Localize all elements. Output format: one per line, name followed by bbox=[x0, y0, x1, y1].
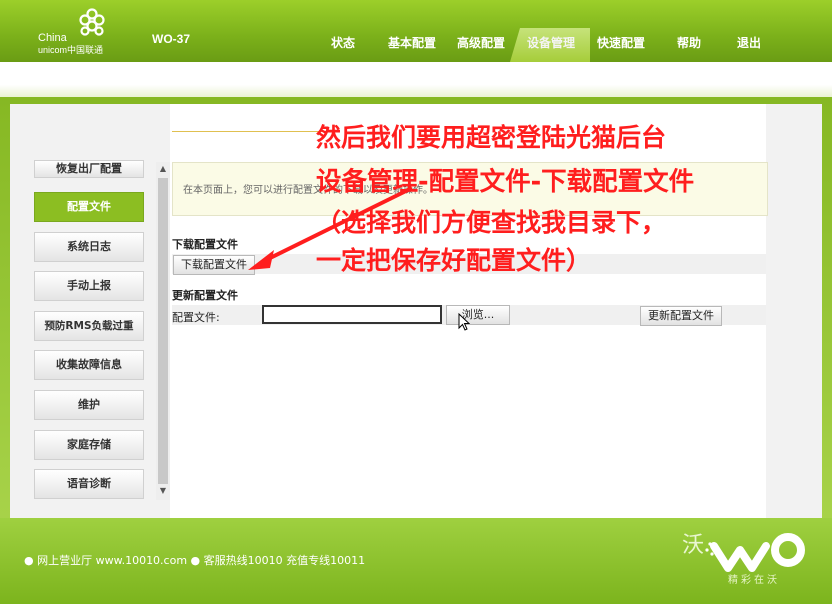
wo-slogan: 精彩在沃 bbox=[728, 575, 780, 586]
nav-status[interactable]: 状态 bbox=[331, 34, 355, 51]
svg-text:沃: 沃 bbox=[682, 533, 704, 558]
nav-device-management[interactable]: 设备管理 bbox=[527, 34, 575, 51]
unicom-knot-icon bbox=[79, 8, 105, 36]
nav-advanced-config[interactable]: 高级配置 bbox=[457, 34, 505, 51]
scroll-up-arrow-icon[interactable]: ▲ bbox=[156, 164, 170, 176]
sidebar-item-voice-diagnosis[interactable]: 语音诊断 bbox=[34, 469, 144, 499]
download-section-title: 下载配置文件 bbox=[172, 238, 238, 251]
sidebar-item-manual-report[interactable]: 手动上报 bbox=[34, 271, 144, 301]
sidebar-item-factory-reset[interactable]: 恢复出厂配置 bbox=[34, 160, 144, 178]
sidebar-item-collect-fault[interactable]: 收集故障信息 bbox=[34, 350, 144, 380]
update-section-title: 更新配置文件 bbox=[172, 289, 238, 302]
brand-line2: unicom中国联通 bbox=[38, 45, 104, 55]
file-path-input[interactable] bbox=[262, 305, 442, 324]
sidebar-item-system-log[interactable]: 系统日志 bbox=[34, 232, 144, 262]
mouse-cursor-icon bbox=[458, 313, 470, 331]
device-model: WO-37 bbox=[152, 32, 191, 46]
sidebar-item-rms-overload[interactable]: 预防RMS负载过重 bbox=[34, 311, 144, 341]
scroll-down-arrow-icon[interactable]: ▼ bbox=[156, 486, 170, 498]
nav-quick-config[interactable]: 快速配置 bbox=[597, 34, 645, 51]
file-label: 配置文件: bbox=[172, 311, 220, 324]
sidebar-item-config-file[interactable]: 配置文件 bbox=[34, 192, 144, 222]
annotation-arrow-icon bbox=[248, 186, 413, 270]
nav-basic-config[interactable]: 基本配置 bbox=[388, 34, 436, 51]
annotation-line-1: 然后我们要用超密登陆光猫后台 bbox=[316, 123, 667, 152]
update-config-button[interactable]: 更新配置文件 bbox=[640, 306, 722, 326]
footer-contact-text: ● 网上营业厅 www.10010.com ● 客服热线10010 充值专线10… bbox=[24, 554, 366, 567]
scrollbar-thumb[interactable] bbox=[158, 178, 168, 484]
unicom-logo: China unicom中国联通 bbox=[38, 8, 128, 55]
nav-logout[interactable]: 退出 bbox=[737, 34, 761, 51]
nav-help[interactable]: 帮助 bbox=[677, 34, 701, 51]
content-divider bbox=[172, 131, 332, 132]
sub-bar bbox=[0, 62, 832, 100]
sidebar-item-maintenance[interactable]: 维护 bbox=[34, 390, 144, 420]
sidebar-item-home-storage[interactable]: 家庭存储 bbox=[34, 430, 144, 460]
browse-button[interactable]: 浏览... bbox=[446, 305, 510, 325]
